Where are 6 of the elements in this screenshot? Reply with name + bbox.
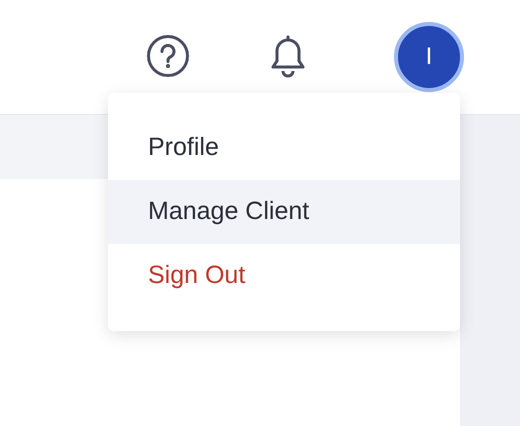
bell-icon[interactable]	[270, 35, 306, 79]
menu-item[interactable]: Profile	[108, 116, 460, 180]
help-icon[interactable]	[146, 34, 190, 78]
menu-item[interactable]: Sign Out	[108, 244, 460, 308]
menu-item[interactable]: Manage Client	[108, 180, 460, 244]
avatar[interactable]: I	[394, 22, 464, 92]
